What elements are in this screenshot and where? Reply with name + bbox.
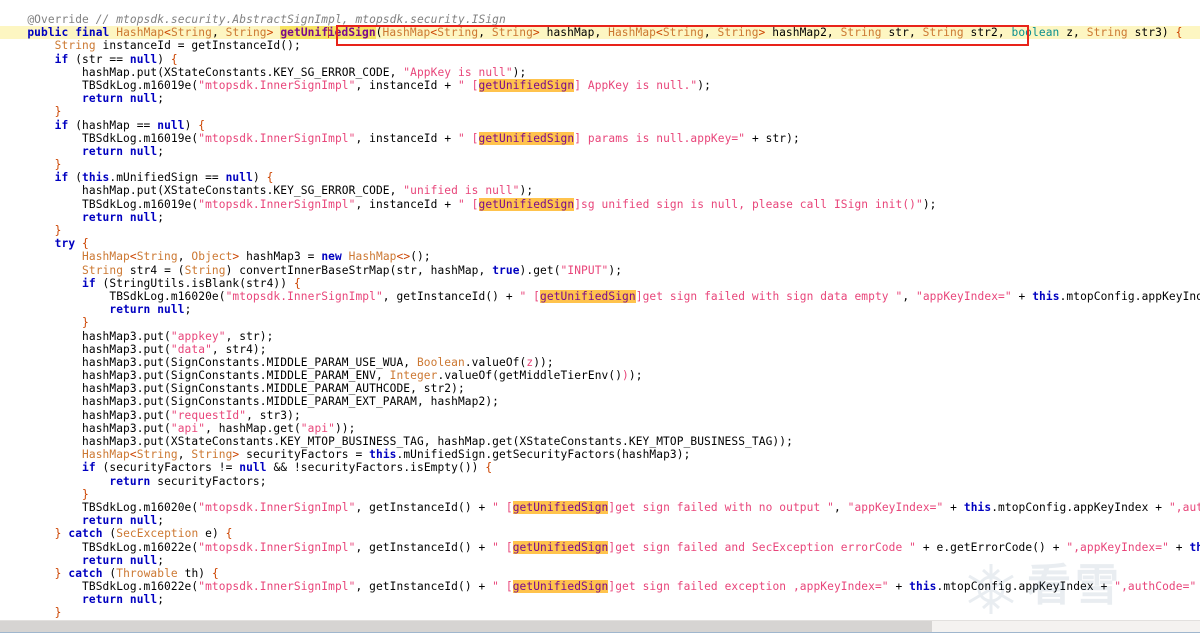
code-line: return null; xyxy=(0,92,165,106)
code-line: hashMap3.put("api", hashMap.get("api")); xyxy=(0,421,356,435)
code-line: } catch (Throwable th) { xyxy=(0,566,219,580)
code-line: TBSdkLog.m16020e("mtopsdk.InnerSignImpl"… xyxy=(0,289,1200,303)
occurrence-highlight: getUnifiedSign xyxy=(540,289,636,303)
code-line: TBSdkLog.m16022e("mtopsdk.InnerSignImpl"… xyxy=(0,540,1200,554)
code-line: } xyxy=(0,487,89,501)
code-line: if (hashMap == null) { xyxy=(0,118,206,132)
occurrence-highlight: getUnifiedSign xyxy=(478,197,575,211)
code-line: hashMap3.put(SignConstants.MIDDLE_PARAM_… xyxy=(0,382,465,396)
code-line-signature: public final HashMap<String, String> get… xyxy=(0,26,1200,40)
code-line: hashMap3.put(SignConstants.MIDDLE_PARAM_… xyxy=(0,395,499,409)
code-line: if (StringUtils.isBlank(str4)) { xyxy=(0,276,301,290)
code-line: if (securityFactors != null && !security… xyxy=(0,461,493,475)
code-line: hashMap3.put(XStateConstants.KEY_MTOP_BU… xyxy=(0,435,793,448)
code-text-area[interactable]: @Override // mtopsdk.security.AbstractSi… xyxy=(0,0,1200,620)
code-line: hashMap.put(XStateConstants.KEY_SG_ERROR… xyxy=(0,65,527,79)
code-line: hashMap3.put("appkey", str); xyxy=(0,329,274,343)
code-line: if (this.mUnifiedSign == null) { xyxy=(0,171,274,185)
code-viewer[interactable]: @Override // mtopsdk.security.AbstractSi… xyxy=(0,0,1200,637)
code-line: } xyxy=(0,316,89,330)
occurrence-highlight: getUnifiedSign xyxy=(478,131,575,145)
code-line: hashMap.put(XStateConstants.KEY_SG_ERROR… xyxy=(0,184,534,198)
code-line: } xyxy=(0,105,62,119)
code-line: HashMap<String, String> securityFactors … xyxy=(0,448,691,462)
code-line: return null; xyxy=(0,553,165,567)
code-line: HashMap<String, Object> hashMap3 = new H… xyxy=(0,250,431,264)
code-line: @Override // mtopsdk.security.AbstractSi… xyxy=(0,13,506,26)
code-line: } catch (SecException e) { xyxy=(0,527,233,541)
method-name-occurrence: getUnifiedSign xyxy=(280,26,376,40)
code-line: TBSdkLog.m16019e("mtopsdk.InnerSignImpl"… xyxy=(0,197,937,211)
code-line: TBSdkLog.m16020e("mtopsdk.InnerSignImpl"… xyxy=(0,500,1200,514)
viewer-bottom-edge xyxy=(0,632,1200,637)
code-line: TBSdkLog.m16022e("mtopsdk.InnerSignImpl"… xyxy=(0,580,1197,594)
code-line: return null; xyxy=(0,593,165,607)
occurrence-highlight: getUnifiedSign xyxy=(478,78,575,92)
code-line: } xyxy=(0,158,62,172)
code-line: } xyxy=(0,606,62,620)
code-line: TBSdkLog.m16019e("mtopsdk.InnerSignImpl"… xyxy=(0,78,711,92)
code-line: if (str == null) { xyxy=(0,52,178,66)
code-line: String instanceId = getInstanceId(); xyxy=(0,39,301,53)
code-line: return null; xyxy=(0,303,192,317)
code-line: return null; xyxy=(0,514,165,528)
code-line: hashMap3.put("requestId", str3); xyxy=(0,408,301,422)
code-line: return null; xyxy=(0,144,165,158)
code-line: try { xyxy=(0,237,89,251)
code-line: hashMap3.put("data", str4); xyxy=(0,342,267,356)
occurrence-highlight: getUnifiedSign xyxy=(512,580,609,594)
code-line: hashMap3.put(SignConstants.MIDDLE_PARAM_… xyxy=(0,355,554,369)
code-line: TBSdkLog.m16019e("mtopsdk.InnerSignImpl"… xyxy=(0,131,800,145)
code-line: hashMap3.put(SignConstants.MIDDLE_PARAM_… xyxy=(0,369,643,383)
code-line: return null; xyxy=(0,210,165,224)
code-line: } xyxy=(0,224,62,237)
code-line: return securityFactors; xyxy=(0,474,267,488)
occurrence-highlight: getUnifiedSign xyxy=(512,540,609,554)
code-line: String str4 = (String) convertInnerBaseS… xyxy=(0,263,623,277)
occurrence-highlight: getUnifiedSign xyxy=(512,500,609,514)
